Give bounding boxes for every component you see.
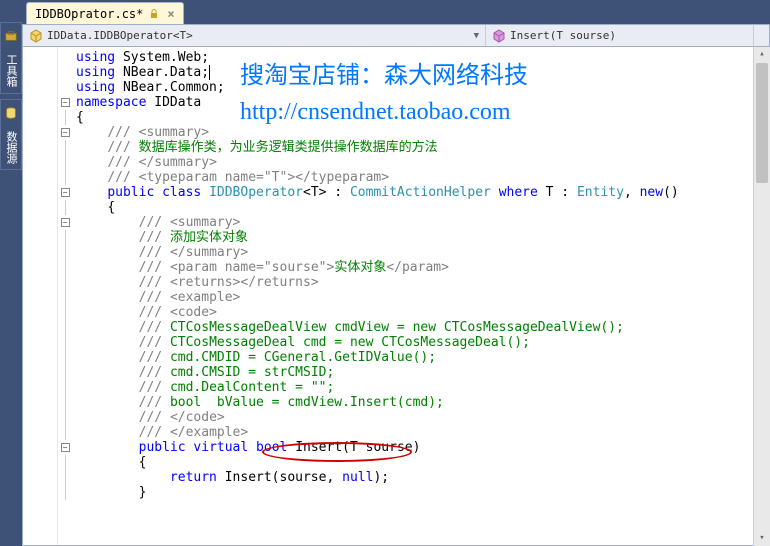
tab-close-button[interactable]: × <box>167 7 174 21</box>
member-dropdown[interactable]: Insert(T sourse) ▼ <box>486 25 769 46</box>
sidebar-tab-datasource[interactable]: 数据源 <box>0 99 22 171</box>
ide-frame: 工具箱 数据源 IDDBOprator.cs* × IDData.IDDBOpe… <box>0 0 770 546</box>
scroll-thumb[interactable] <box>756 63 768 183</box>
scroll-up-arrow[interactable]: ▴ <box>754 47 770 62</box>
fold-toggle[interactable]: − <box>61 443 70 452</box>
fold-toggle[interactable]: − <box>61 218 70 227</box>
lock-icon <box>149 9 159 19</box>
fold-toggle[interactable]: − <box>61 188 70 197</box>
class-icon <box>29 29 43 43</box>
method-icon <box>492 29 506 43</box>
database-icon <box>4 106 18 120</box>
chevron-down-icon: ▼ <box>474 31 479 41</box>
code-editor[interactable]: − − − − − using System.Web; using NBear.… <box>22 47 770 546</box>
scroll-down-arrow[interactable]: ▾ <box>754 531 770 546</box>
file-tab[interactable]: IDDBOprator.cs* × <box>26 2 184 24</box>
vertical-scrollbar[interactable]: ▴ ▾ <box>753 47 770 546</box>
gutter <box>23 47 58 545</box>
sidebar-tab-label: 工具箱 <box>5 54 18 87</box>
sidebar-tab-label: 数据源 <box>5 130 18 163</box>
sidebar-tab-toolbox[interactable]: 工具箱 <box>0 22 22 94</box>
split-handle[interactable] <box>753 24 770 47</box>
type-dropdown-text: IDData.IDDBOperator<T> <box>47 29 470 42</box>
member-dropdown-text: Insert(T sourse) <box>510 29 753 42</box>
left-sidebar: 工具箱 数据源 <box>0 0 22 546</box>
document-tab-bar: IDDBOprator.cs* × <box>22 0 770 24</box>
member-nav-bar: IDData.IDDBOperator<T> ▼ Insert(T sourse… <box>22 24 770 47</box>
file-tab-name: IDDBOprator.cs* <box>35 7 143 21</box>
fold-toggle[interactable]: − <box>61 128 70 137</box>
fold-margin: − − − − − <box>58 47 72 545</box>
type-dropdown[interactable]: IDData.IDDBOperator<T> ▼ <box>23 25 486 46</box>
code-area[interactable]: using System.Web; using NBear.Data; usin… <box>58 47 769 545</box>
toolbox-icon <box>4 29 18 43</box>
fold-toggle[interactable]: − <box>61 98 70 107</box>
